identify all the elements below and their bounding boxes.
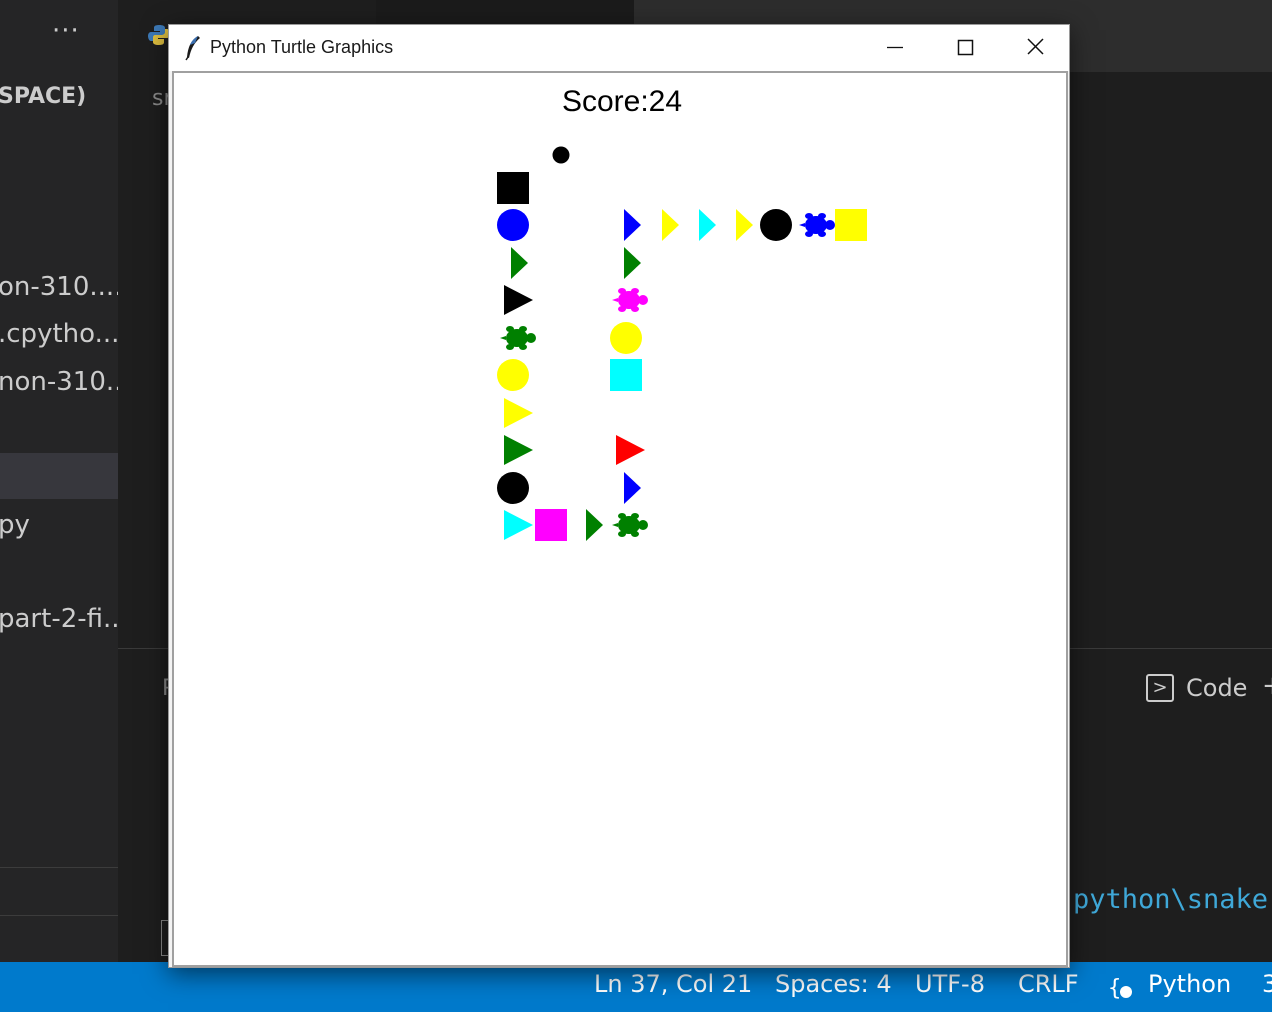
- snake-turtle-segment: [612, 513, 648, 537]
- snake-triangle-segment: [504, 510, 533, 540]
- food-dot: [552, 146, 570, 164]
- snake-square-segment: [835, 209, 867, 241]
- language-braces-icon: {: [1108, 976, 1132, 1001]
- snake-arrow-segment: [699, 209, 716, 241]
- explorer-item-selected[interactable]: [0, 453, 118, 499]
- workspace-header[interactable]: SPACE): [0, 84, 86, 109]
- minimize-icon: [887, 46, 903, 49]
- status-indentation[interactable]: Spaces: 4: [775, 970, 892, 998]
- code-button[interactable]: > Code: [1146, 670, 1247, 706]
- snake-circle-segment: [610, 322, 642, 354]
- turtle-graphics-window: Python Turtle Graphics Score:24: [168, 24, 1070, 968]
- explorer-sidebar: SPACE) on-310.... .cpytho... non-310... …: [0, 72, 131, 962]
- snake-triangle-segment: [616, 435, 645, 465]
- code-button-label: Code: [1186, 674, 1248, 702]
- close-button[interactable]: [1000, 25, 1070, 71]
- terminal-icon: >: [1146, 674, 1174, 702]
- snake-arrow-segment: [662, 209, 679, 241]
- snake-arrow-segment: [624, 472, 641, 504]
- window-title: Python Turtle Graphics: [210, 37, 394, 57]
- snake-turtle-segment: [612, 288, 648, 312]
- status-encoding[interactable]: UTF-8: [915, 970, 985, 998]
- snake-circle-segment: [497, 359, 529, 391]
- snake-arrow-segment: [624, 247, 641, 279]
- snake-triangle-segment: [504, 398, 533, 428]
- snake-arrow-segment: [736, 209, 753, 241]
- explorer-item[interactable]: non-310...: [0, 367, 131, 397]
- status-trailing-item[interactable]: 3: [1262, 970, 1272, 998]
- snake-circle-segment: [497, 472, 529, 504]
- maximize-button[interactable]: [930, 25, 1000, 71]
- snake-turtle-segment: [500, 326, 536, 350]
- feather-icon: [185, 36, 200, 61]
- add-terminal-icon[interactable]: +: [1262, 671, 1272, 701]
- status-cursor-position[interactable]: Ln 37, Col 21: [594, 970, 752, 998]
- explorer-header-area: ···: [0, 0, 118, 72]
- status-bar: Ln 37, Col 21 Spaces: 4 UTF-8 CRLF { Pyt…: [0, 962, 1272, 1012]
- snake-triangle-segment: [504, 285, 533, 315]
- minimize-button[interactable]: [860, 25, 930, 71]
- snake-turtle-segment: [799, 213, 835, 237]
- game-canvas[interactable]: Score:24: [178, 77, 1066, 965]
- svg-text:{: {: [1108, 976, 1121, 1001]
- terminal-prompt-text: python\snake: [1073, 884, 1269, 915]
- snake-arrow-segment: [624, 209, 641, 241]
- status-eol[interactable]: CRLF: [1018, 970, 1079, 998]
- snake-arrow-segment: [511, 247, 528, 279]
- snake-arrow-segment: [586, 509, 603, 541]
- explorer-divider: [0, 915, 118, 916]
- more-actions-icon[interactable]: ···: [52, 16, 80, 46]
- explorer-item[interactable]: py: [0, 510, 30, 540]
- canvas-frame: Score:24: [172, 71, 1068, 967]
- explorer-item[interactable]: part-2-fi...: [0, 604, 128, 634]
- game-board: [497, 146, 867, 541]
- snake-triangle-segment: [504, 435, 533, 465]
- snake-square-segment: [497, 172, 529, 204]
- snake-square-segment: [535, 509, 567, 541]
- snake-circle-segment: [760, 209, 792, 241]
- python-file-icon: [148, 25, 170, 45]
- explorer-item[interactable]: .cpytho...: [0, 319, 119, 349]
- explorer-item[interactable]: on-310....: [0, 272, 122, 302]
- explorer-divider: [0, 867, 118, 868]
- snake-circle-segment: [497, 209, 529, 241]
- close-icon: [1027, 38, 1044, 55]
- maximize-icon: [957, 39, 974, 56]
- window-titlebar[interactable]: Python Turtle Graphics: [169, 25, 1069, 71]
- status-language[interactable]: Python: [1148, 970, 1231, 998]
- snake-square-segment: [610, 359, 642, 391]
